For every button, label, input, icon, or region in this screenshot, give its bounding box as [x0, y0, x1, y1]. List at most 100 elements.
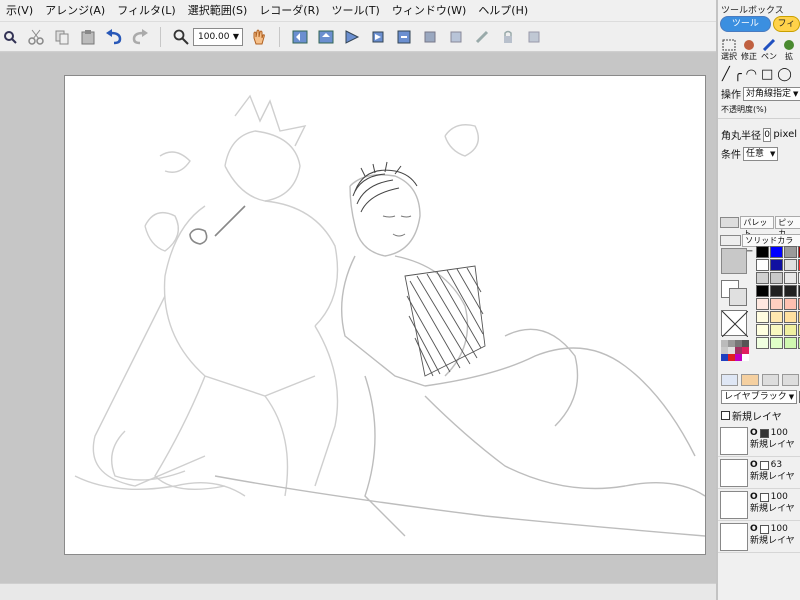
copy-icon[interactable] [52, 27, 72, 47]
layer-item[interactable]: O 100 新規レイヤ [718, 521, 800, 553]
visibility-icon[interactable]: O [750, 523, 758, 535]
lock-toggle-icon[interactable] [759, 428, 769, 438]
visibility-icon[interactable]: O [750, 459, 758, 471]
menu-view[interactable]: 示(V) [0, 0, 39, 22]
condition-select[interactable]: 任意 ▼ [743, 146, 779, 161]
circle-icon[interactable]: ◯ [777, 67, 792, 82]
visibility-icon[interactable]: O [750, 427, 758, 439]
hand-icon[interactable] [249, 27, 269, 47]
color-swatch[interactable] [770, 298, 783, 310]
layer-item[interactable]: O 100 新規レイヤ [718, 425, 800, 457]
color-swatch[interactable] [784, 259, 797, 271]
layer-tab-color[interactable] [741, 374, 759, 386]
color-swatch[interactable] [784, 285, 797, 297]
visibility-icon[interactable]: O [750, 491, 758, 503]
color-swatch[interactable] [784, 246, 797, 258]
new-layer-row[interactable]: 新規レイヤ [718, 406, 800, 425]
recent-swatch[interactable] [735, 347, 742, 354]
recent-swatch[interactable] [721, 340, 728, 347]
color-swatch[interactable] [770, 311, 783, 323]
color-swatch[interactable] [770, 259, 783, 271]
settings-icon[interactable] [524, 27, 544, 47]
recent-swatch[interactable] [721, 354, 728, 361]
palette-grid-icon[interactable] [720, 234, 742, 246]
curve-icon[interactable]: ╭ [734, 67, 742, 82]
color-swatch[interactable] [756, 246, 769, 258]
recent-swatch[interactable] [742, 354, 749, 361]
color-swatch[interactable] [784, 324, 797, 336]
menu-selection[interactable]: 選択範囲(S) [182, 0, 254, 22]
operation-select[interactable]: 対角線指定 ▼ [743, 86, 800, 101]
menu-tools[interactable]: ツール(T) [326, 0, 386, 22]
color-swatch[interactable] [770, 272, 783, 284]
zoom-small-icon[interactable] [0, 27, 20, 47]
current-color-box[interactable] [721, 248, 747, 274]
rectangle-icon[interactable]: □ [761, 67, 773, 82]
rotate-right-icon[interactable] [342, 27, 362, 47]
zoom-icon[interactable] [171, 27, 191, 47]
zoom-select[interactable]: 100.00 ▼ [193, 27, 243, 46]
menu-filter[interactable]: フィルタ(L) [111, 0, 182, 22]
transform-icon[interactable] [394, 27, 414, 47]
layer-item[interactable]: O 100 新規レイヤ [718, 489, 800, 521]
ellipse-arc-icon[interactable]: ◠ [746, 67, 757, 82]
color-swatch[interactable] [756, 337, 769, 349]
tool-modify[interactable]: 修正 [740, 36, 758, 62]
tab-tools[interactable]: ツール [720, 16, 771, 32]
menu-window[interactable]: ウィンドウ(W) [386, 0, 472, 22]
color-swatch[interactable] [784, 311, 797, 323]
lock-icon[interactable] [498, 27, 518, 47]
color-swatch[interactable] [756, 311, 769, 323]
brush-icon[interactable] [472, 27, 492, 47]
menu-arrange[interactable]: アレンジ(A) [39, 0, 111, 22]
recent-swatch[interactable] [742, 340, 749, 347]
menu-help[interactable]: ヘルプ(H) [472, 0, 534, 22]
color-swatch[interactable] [756, 324, 769, 336]
recent-swatch[interactable] [728, 340, 735, 347]
layer-item[interactable]: O 63 新規レイヤ [718, 457, 800, 489]
color-swatch[interactable] [756, 285, 769, 297]
redo-icon[interactable] [130, 27, 150, 47]
canvas-workspace[interactable] [0, 53, 716, 583]
layer-mode-select[interactable]: レイヤブラック ▼ [721, 390, 798, 404]
cut-icon[interactable] [26, 27, 46, 47]
color-swatch[interactable] [770, 337, 783, 349]
tab-palette[interactable]: パレット [740, 215, 775, 238]
color-swatch[interactable] [784, 337, 797, 349]
recent-swatch[interactable] [735, 354, 742, 361]
rotate-left-icon[interactable] [368, 27, 388, 47]
color-swatch[interactable] [784, 298, 797, 310]
color-swatch[interactable] [770, 246, 783, 258]
paste-icon[interactable] [78, 27, 98, 47]
recent-swatch[interactable] [728, 354, 735, 361]
flip-vertical-icon[interactable] [316, 27, 336, 47]
lock-toggle-icon[interactable] [759, 460, 769, 470]
tab-picker[interactable]: ピッカ [775, 215, 800, 238]
tool-pen[interactable]: ペン [760, 36, 778, 62]
radius-input[interactable]: 0 [763, 127, 772, 142]
color-swatch[interactable] [756, 272, 769, 284]
tab-filter[interactable]: フィ [772, 16, 800, 32]
palette-icon[interactable] [720, 216, 740, 228]
drawing-canvas[interactable] [64, 75, 706, 555]
color-swatch[interactable] [770, 285, 783, 297]
color-swatch[interactable] [784, 272, 797, 284]
menu-recorder[interactable]: レコーダ(R) [253, 0, 325, 22]
layer-icon[interactable] [446, 27, 466, 47]
background-color-box[interactable] [729, 288, 747, 306]
line-icon[interactable]: ╱ [722, 67, 730, 82]
color-swatch[interactable] [756, 259, 769, 271]
recent-swatch[interactable] [735, 340, 742, 347]
undo-icon[interactable] [104, 27, 124, 47]
recent-swatch[interactable] [721, 347, 728, 354]
flip-horizontal-icon[interactable] [290, 27, 310, 47]
palette-set-label[interactable]: ソリッドカラー [742, 233, 800, 256]
lock-toggle-icon[interactable] [759, 492, 769, 502]
layer-tab-selection[interactable] [761, 374, 779, 386]
tool-zoom[interactable]: 拡 [780, 36, 798, 62]
color-swatch[interactable] [756, 298, 769, 310]
layer-tab-more[interactable] [781, 374, 799, 386]
opacity-slider[interactable] [718, 118, 800, 119]
color-swatch[interactable] [770, 324, 783, 336]
recent-swatch[interactable] [742, 347, 749, 354]
